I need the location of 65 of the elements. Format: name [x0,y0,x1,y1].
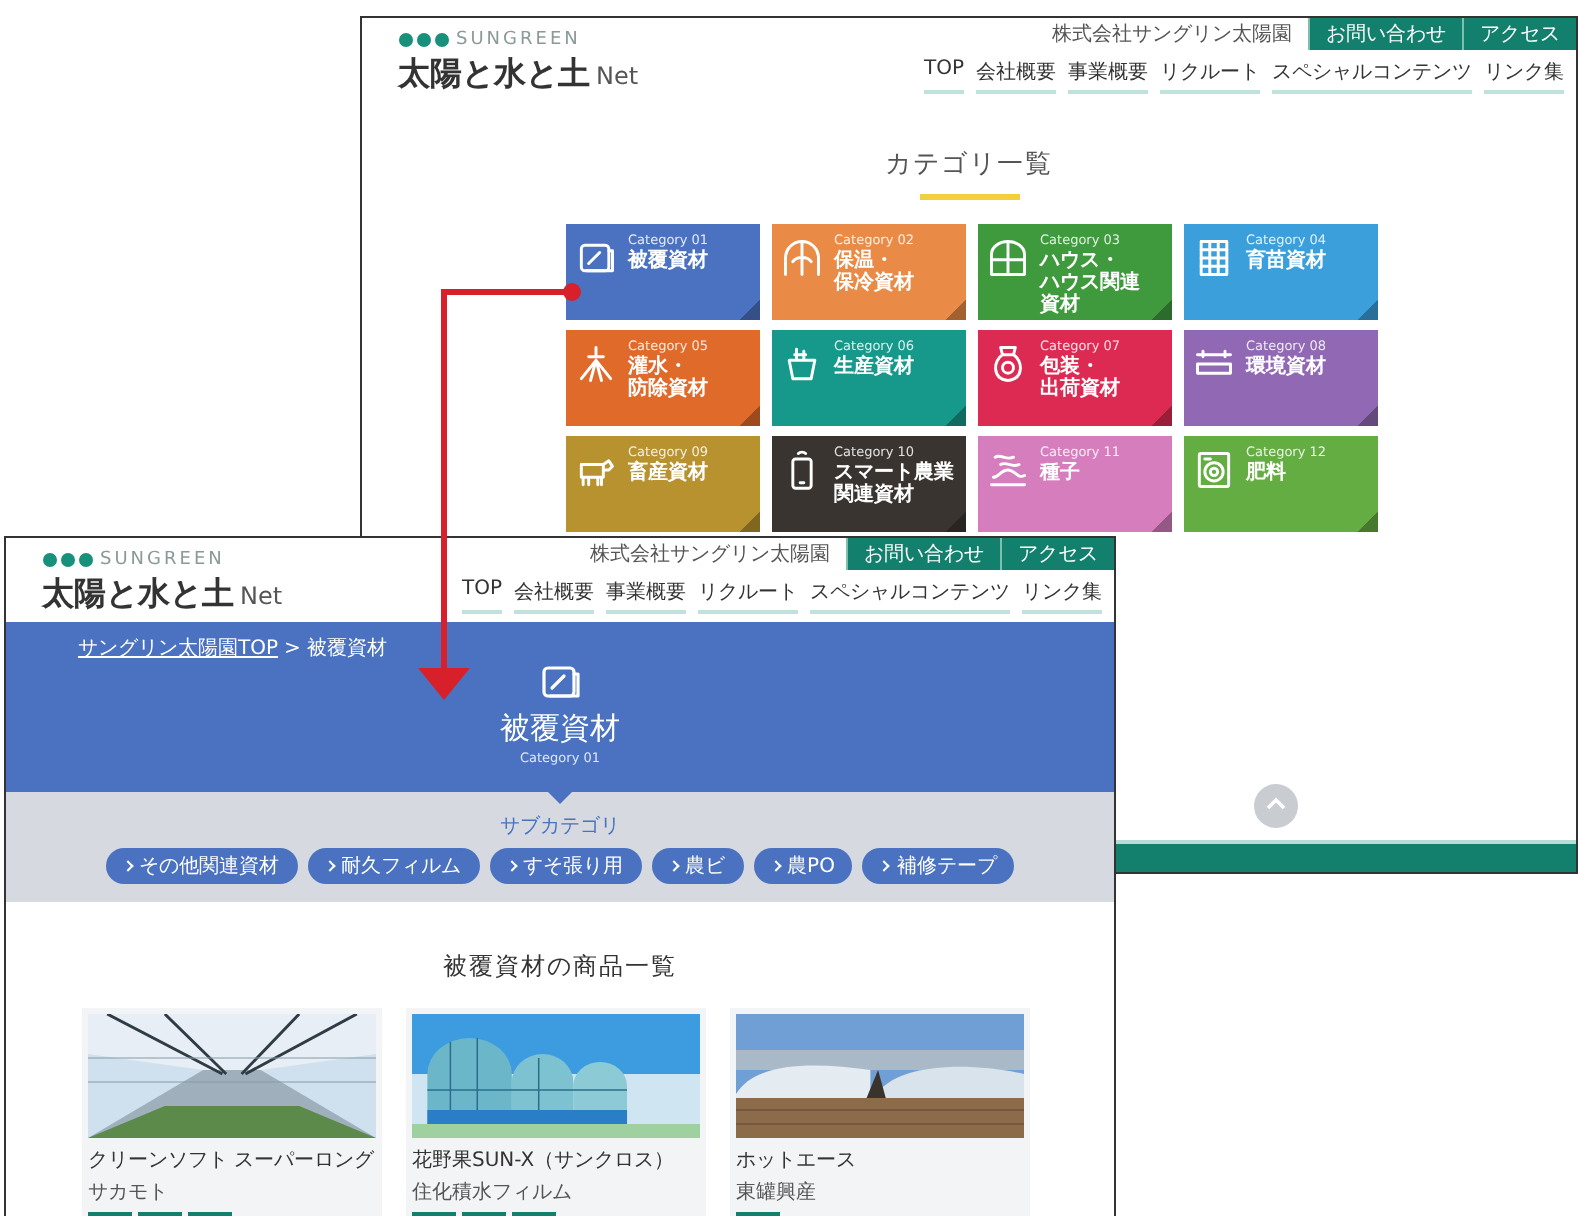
category-label: スマート農業 関連資材 [834,462,954,507]
subcategory-button[interactable]: 補修テープ [862,848,1015,884]
category-label: 環境資材 [1246,356,1327,379]
nav-link[interactable]: スペシャルコンテンツ [1272,58,1472,94]
nav-link[interactable]: 事業概要 [606,578,686,614]
brand-name: SUNGREEN [100,550,225,570]
category-label: 畜産資材 [628,462,709,485]
category-label: ハウス・ ハウス関連 資材 [1040,250,1140,318]
category-label: 育苗資材 [1246,250,1327,273]
company-name: 株式会社サングリン太陽園 [1052,21,1292,48]
site-title: 太陽と水と土 [398,54,590,96]
breadcrumb-current: 被覆資材 [306,635,387,662]
header-button[interactable]: お問い合わせ [846,538,1000,570]
product-card[interactable]: クリーンソフト スーパーロング サカモト [82,1008,382,1216]
header-button[interactable]: お問い合わせ [1308,18,1462,50]
product-name: クリーンソフト スーパーロング [88,1148,376,1174]
category-label: 灌水・ 防除資材 [628,356,709,401]
subcategory-button[interactable]: 耐久フィルム [307,848,480,884]
product-maker: 住化積水フィルム [412,1179,574,1206]
sprinkler-icon [574,342,618,386]
subcategory-button[interactable]: その他関連資材 [105,848,298,884]
logo-icon [42,552,94,568]
nav-link[interactable]: スペシャルコンテンツ [810,578,1010,614]
subcategory-button[interactable]: すそ張り用 [489,848,642,884]
category-label: 包装・ 出荷資材 [1040,356,1121,401]
nav-link[interactable]: 事業概要 [1068,58,1148,94]
category-label: 保温・ 保冷資材 [834,250,915,295]
product-name: ホットエース [736,1148,858,1174]
site-title-suffix: Net [596,62,639,90]
category-label: 種子 [1040,462,1082,485]
product-card[interactable]: ホットエース 東罐興産 [730,1008,1030,1216]
product-maker: 東罐興産 [736,1179,818,1206]
product-name: 花野果SUN-X（サンクロス） [412,1147,677,1174]
site-title: 太陽と水と土 [42,574,234,616]
nav-link[interactable]: リクルート [698,578,798,614]
section-heading: 被覆資材の商品一覧 [441,950,679,984]
category-label: 被覆資材 [628,250,709,273]
breadcrumb-separator: > [284,637,301,659]
window-icon [986,236,1030,280]
dome-icon [780,236,824,280]
scroll-top-button[interactable] [1254,784,1298,828]
logo-icon [398,32,450,48]
brand-name: SUNGREEN [456,30,581,50]
nav-link[interactable]: TOP [923,58,964,94]
nav-link[interactable]: リクルート [1160,58,1260,94]
nav-link[interactable]: 会社概要 [514,578,594,614]
nav-link[interactable]: TOP [461,578,502,614]
page-heading: カテゴリ一覧 [885,150,1053,180]
nav-link[interactable]: リンク集 [1022,578,1102,614]
category-label: 生産資材 [834,356,915,379]
header-button[interactable]: アクセス [1462,18,1576,50]
category-title: 被覆資材 [500,710,620,748]
site-title-suffix: Net [240,582,283,610]
subcategory-heading: サブカテゴリ [500,813,620,840]
nav-link[interactable]: リンク集 [1484,58,1564,94]
nav-link[interactable]: 会社概要 [976,58,1056,94]
breadcrumb-link[interactable]: サングリン太陽園TOP [78,634,279,662]
drum-icon [1192,448,1236,492]
header-button[interactable]: アクセス [1000,538,1114,570]
company-name: 株式会社サングリン太陽園 [590,541,830,568]
subcategory-button[interactable]: 農PO [753,848,853,884]
subcategory-button[interactable]: 農ビ [651,848,744,884]
category-label: 肥料 [1246,462,1288,485]
product-card[interactable]: 花野果SUN-X（サンクロス） 住化積水フィルム [406,1008,706,1216]
product-maker: サカモト [88,1180,170,1206]
